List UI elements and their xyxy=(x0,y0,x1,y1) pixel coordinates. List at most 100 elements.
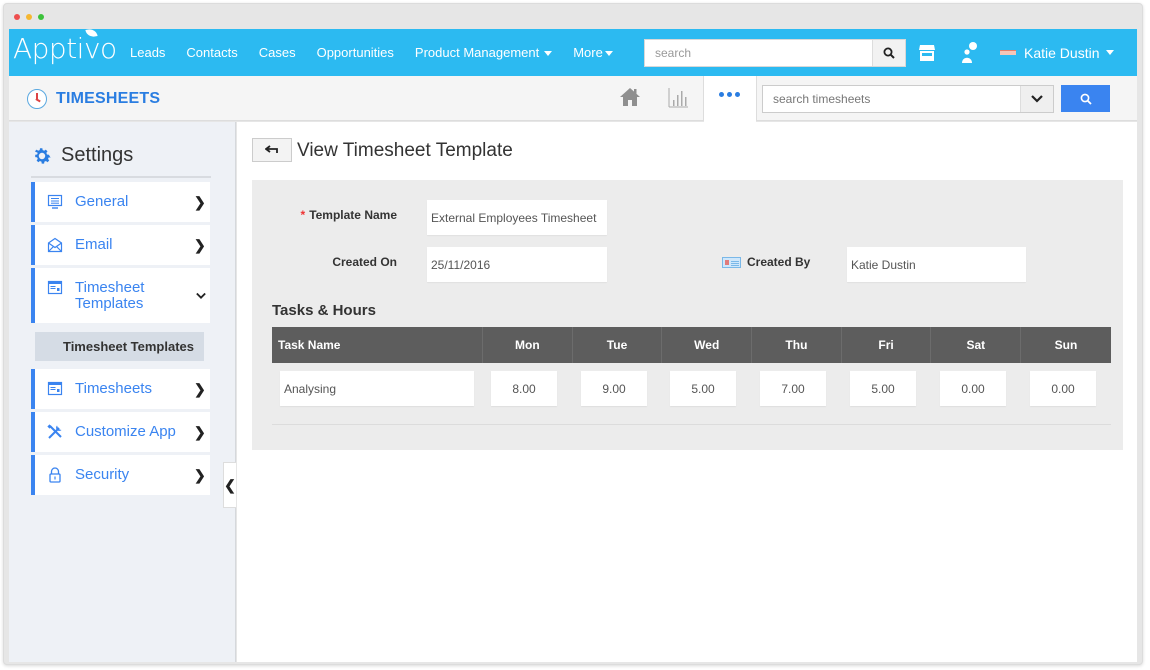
user-menu[interactable]: Katie Dustin xyxy=(1000,29,1115,76)
created-by-value: Katie Dustin xyxy=(851,257,916,272)
search-icon xyxy=(883,47,895,59)
nav-more-label: More xyxy=(573,45,603,60)
settings-title: Settings xyxy=(61,144,134,166)
apptivo-logo[interactable]: Apptivo xyxy=(13,28,117,65)
sidebar-item-timesheets[interactable]: Timesheets ❯ xyxy=(31,369,210,409)
sidebar-item-general[interactable]: General ❯ xyxy=(31,182,210,222)
more-dots-icon[interactable] xyxy=(719,92,740,97)
sidebar-item-label: Timesheet Templates xyxy=(75,278,145,312)
window-titlebar xyxy=(4,4,1142,30)
tasks-hours-heading: Tasks & Hours xyxy=(272,302,376,319)
caret-down-icon xyxy=(544,51,553,57)
envelope-icon xyxy=(47,237,63,253)
column-header-tue: Tue xyxy=(573,327,663,363)
bar-chart-icon[interactable] xyxy=(667,87,689,109)
close-window-button[interactable] xyxy=(14,14,20,20)
sidebar-item-timesheet-templates[interactable]: Timesheet Templates xyxy=(31,268,210,323)
home-icon[interactable] xyxy=(619,86,641,108)
nav-product-management[interactable]: Product Management xyxy=(414,45,553,60)
template-name-label: * Template Name xyxy=(292,208,397,222)
nav-opportunities[interactable]: Opportunities xyxy=(317,45,394,60)
timesheet-search-button[interactable] xyxy=(1061,85,1110,112)
created-on-value: 25/11/2016 xyxy=(431,257,491,272)
timesheet-icon xyxy=(47,381,63,396)
divider xyxy=(272,424,1111,425)
page-title: View Timesheet Template xyxy=(297,140,513,161)
nav-leads[interactable]: Leads xyxy=(130,45,165,60)
store-icon[interactable] xyxy=(918,43,936,63)
hours-cell-mon: 8.00 xyxy=(491,371,557,406)
hours-cell-fri: 5.00 xyxy=(850,371,916,406)
caret-down-icon xyxy=(1106,50,1115,55)
sidebar-item-email[interactable]: Email ❯ xyxy=(31,225,210,265)
chevron-down-icon xyxy=(1031,95,1043,103)
settings-sidebar: Settings General ❯ Email ❯ Timesheet Tem… xyxy=(9,122,236,662)
chevron-right-icon: ❯ xyxy=(194,423,206,440)
sidebar-item-label: Security xyxy=(75,466,130,483)
people-icon[interactable] xyxy=(959,41,979,65)
main-content: View Timesheet Template * Template Name E… xyxy=(237,122,1137,662)
gear-icon xyxy=(34,147,51,164)
chevron-right-icon: ❯ xyxy=(194,193,206,210)
sidebar-item-security[interactable]: Security ❯ xyxy=(31,455,210,495)
monitor-icon xyxy=(47,194,63,209)
chevron-right-icon: ❯ xyxy=(194,466,206,483)
created-on-label: Created On xyxy=(332,255,397,269)
required-asterisk: * xyxy=(300,208,306,222)
column-header-wed: Wed xyxy=(662,327,753,363)
maximize-window-button[interactable] xyxy=(38,14,44,20)
brand-name: Apptivo xyxy=(13,32,117,65)
contact-card-icon xyxy=(722,257,741,269)
sidebar-subitem-label: Timesheet Templates xyxy=(62,339,194,354)
column-header-sat: Sat xyxy=(931,327,1022,363)
more-options-tab[interactable] xyxy=(704,76,756,122)
hours-cell-thu: 7.00 xyxy=(760,371,826,406)
sidebar-item-customize-app[interactable]: Customize App ❯ xyxy=(31,412,210,452)
template-name-value: External Employees Timesheet xyxy=(431,210,597,225)
nav-contacts[interactable]: Contacts xyxy=(186,45,237,60)
chevron-left-icon: ❮ xyxy=(224,476,236,493)
table-row: Analysing 8.00 9.00 5.00 7.00 5.00 0.00 … xyxy=(272,371,1111,407)
top-navigation-bar: Apptivo Leads Contacts Cases Opportuniti… xyxy=(9,28,1137,76)
global-search xyxy=(644,39,906,67)
created-by-field: Katie Dustin xyxy=(847,247,1026,282)
task-name-cell: Analysing xyxy=(280,371,474,406)
app-title[interactable]: TIMESHEETS xyxy=(27,76,160,121)
template-name-label-text: Template Name xyxy=(309,208,397,222)
hours-cell-sun: 0.00 xyxy=(1030,371,1096,406)
tools-icon xyxy=(47,424,62,439)
template-name-field: External Employees Timesheet xyxy=(427,200,607,235)
minimize-window-button[interactable] xyxy=(26,14,32,20)
back-button[interactable] xyxy=(252,138,292,162)
timesheet-search-input[interactable] xyxy=(763,86,1020,112)
user-flag-icon xyxy=(1000,50,1016,55)
created-on-field: 25/11/2016 xyxy=(427,247,607,282)
sidebar-item-label: Email xyxy=(75,236,113,253)
template-icon xyxy=(47,280,63,295)
chevron-right-icon: ❯ xyxy=(194,380,206,397)
sidebar-item-label: General xyxy=(75,193,129,210)
nav-more[interactable]: More xyxy=(573,45,613,60)
divider xyxy=(31,176,211,178)
sidebar-item-label: Customize App xyxy=(75,423,176,440)
column-header-sun: Sun xyxy=(1054,338,1078,352)
sidebar-subitem-timesheet-templates[interactable]: Timesheet Templates xyxy=(35,332,204,361)
user-name: Katie Dustin xyxy=(1024,44,1100,61)
collapse-sidebar-button[interactable]: ❮ xyxy=(223,462,236,508)
search-icon xyxy=(1080,93,1092,105)
global-search-button[interactable] xyxy=(872,40,905,66)
global-search-input[interactable] xyxy=(645,40,872,66)
settings-heading: Settings xyxy=(31,144,133,167)
template-details-panel: * Template Name External Employees Timesh… xyxy=(252,180,1123,450)
nav-cases[interactable]: Cases xyxy=(259,45,296,60)
created-by-label: Created By xyxy=(722,255,822,269)
column-header-mon: Mon xyxy=(483,327,573,363)
column-header-task-name: Task Name xyxy=(272,327,483,363)
timesheet-search xyxy=(762,85,1054,113)
hours-cell-tue: 9.00 xyxy=(581,371,647,406)
search-filter-dropdown[interactable] xyxy=(1020,86,1053,112)
sidebar-item-label: Timesheets xyxy=(75,380,152,397)
tasks-table-header: Task Name Mon Tue Wed Thu Fri Sat Sun xyxy=(272,327,1111,363)
caret-down-icon xyxy=(604,51,613,57)
nav-product-management-label: Product Management xyxy=(414,45,540,60)
